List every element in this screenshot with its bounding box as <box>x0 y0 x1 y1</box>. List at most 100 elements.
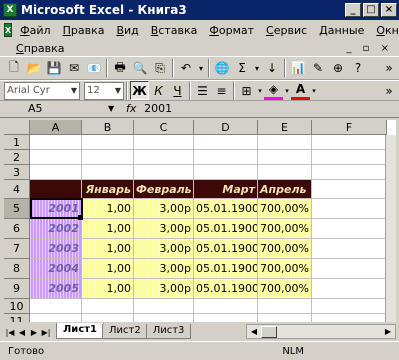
scroll-right-icon[interactable]: ▶ <box>381 327 395 336</box>
cell-e6[interactable]: 700,00% <box>258 219 312 239</box>
mdi-controls[interactable]: _ ▫ × <box>346 43 393 54</box>
row-header-2[interactable]: 2 <box>4 150 30 165</box>
cell-a4[interactable] <box>30 180 82 199</box>
align-left-icon[interactable]: ☰ <box>193 81 212 100</box>
toolbar-options-icon[interactable]: » <box>379 81 399 101</box>
name-box-dropdown-icon[interactable]: ▼ <box>108 104 114 113</box>
chart-icon[interactable]: 📊 <box>288 58 308 78</box>
row-header-4[interactable]: 4 <box>4 180 30 199</box>
borders-dropdown-icon[interactable]: ▾ <box>256 81 264 101</box>
cell-b7[interactable]: 1,00 <box>82 239 134 259</box>
borders-icon[interactable]: ⊞ <box>237 81 256 100</box>
row-header-9[interactable]: 9 <box>4 279 30 299</box>
cell-d4[interactable]: Март <box>194 180 258 199</box>
copy-icon[interactable]: ⎘ <box>150 58 170 78</box>
row-header-6[interactable]: 6 <box>4 219 30 239</box>
tab-sheet1[interactable]: Лист1 <box>56 323 104 339</box>
column-header-a[interactable]: A <box>30 120 82 135</box>
fill-color-icon[interactable]: ◈ <box>264 81 283 100</box>
bold-icon[interactable]: Ж <box>130 81 149 100</box>
column-header-f[interactable]: F <box>312 120 387 135</box>
open-icon[interactable]: 📂 <box>24 58 44 78</box>
cell-b9[interactable]: 1,00 <box>82 279 134 299</box>
prev-sheet-icon[interactable]: ◀ <box>16 325 28 339</box>
new-icon[interactable]: 🗋 <box>4 58 24 78</box>
cell-a8[interactable]: 2004 <box>30 259 82 279</box>
email-icon[interactable]: 📧 <box>84 58 104 78</box>
fill-handle[interactable] <box>78 215 83 220</box>
name-box[interactable]: A5 <box>28 102 108 115</box>
cell-d8[interactable]: 05.01.1900 <box>194 259 258 279</box>
font-name-combo[interactable]: Arial Cyr ▼ <box>4 81 80 100</box>
excel-app-icon[interactable]: X <box>3 3 17 17</box>
cell-f8[interactable] <box>312 259 387 279</box>
undo-dropdown-icon[interactable]: ▾ <box>196 58 206 78</box>
cell-f6[interactable] <box>312 219 387 239</box>
worksheet-grid[interactable]: A B C D E F 1 2 3 4 5 6 7 8 9 10 11 Янва… <box>4 120 396 322</box>
close-button[interactable]: × <box>381 3 397 17</box>
first-sheet-icon[interactable]: |◀ <box>4 325 16 339</box>
chevron-down-icon[interactable]: ▼ <box>69 86 79 95</box>
align-center-icon[interactable]: ≡ <box>212 81 231 100</box>
font-color-icon[interactable]: A <box>291 81 310 100</box>
last-sheet-icon[interactable]: ▶| <box>40 325 52 339</box>
print-preview-icon[interactable]: 🔍 <box>130 58 150 78</box>
menu-help[interactable]: Справка <box>10 42 70 55</box>
cell-e8[interactable]: 700,00% <box>258 259 312 279</box>
empty-cells-top[interactable] <box>30 135 387 180</box>
permission-icon[interactable]: ✉ <box>64 58 84 78</box>
cell-d5[interactable]: 05.01.1900 <box>194 199 258 219</box>
cell-c6[interactable]: 3,00р <box>134 219 194 239</box>
column-header-c[interactable]: C <box>134 120 194 135</box>
hyperlink-icon[interactable]: 🌐 <box>212 58 232 78</box>
cell-c4[interactable]: Февраль <box>134 180 194 199</box>
cell-d6[interactable]: 05.01.1900 <box>194 219 258 239</box>
cell-e5[interactable]: 700,00% <box>258 199 312 219</box>
minimize-button[interactable]: _ <box>345 3 361 17</box>
tab-sheet2[interactable]: Лист2 <box>102 324 148 339</box>
autosum-icon[interactable]: Σ <box>232 58 252 78</box>
empty-cells-bottom[interactable] <box>30 299 387 322</box>
cell-f4[interactable] <box>312 180 387 199</box>
cell-a5[interactable]: 2001 <box>30 199 82 219</box>
save-icon[interactable]: 💾 <box>44 58 64 78</box>
cell-e7[interactable]: 700,00% <box>258 239 312 259</box>
next-sheet-icon[interactable]: ▶ <box>28 325 40 339</box>
cell-d9[interactable]: 05.01.1900 <box>194 279 258 299</box>
chevron-down-icon[interactable]: ▼ <box>113 86 123 95</box>
scroll-left-icon[interactable]: ◀ <box>247 327 261 336</box>
maximize-button[interactable]: □ <box>363 3 379 17</box>
menu-tools[interactable]: Сервис <box>260 24 313 37</box>
row-header-1[interactable]: 1 <box>4 135 30 150</box>
menu-file[interactable]: Файл <box>14 24 56 37</box>
zoom-icon[interactable]: ⊕ <box>328 58 348 78</box>
font-color-dropdown-icon[interactable]: ▾ <box>310 81 318 101</box>
cell-a6[interactable]: 2002 <box>30 219 82 239</box>
font-size-combo[interactable]: 12 ▼ <box>84 81 124 100</box>
autosum-dropdown-icon[interactable]: ▾ <box>252 58 262 78</box>
scroll-thumb[interactable] <box>261 325 277 338</box>
cell-c8[interactable]: 3,00р <box>134 259 194 279</box>
horizontal-scrollbar[interactable]: ◀ ▶ <box>246 324 396 339</box>
row-header-8[interactable]: 8 <box>4 259 30 279</box>
workbook-icon[interactable]: X <box>4 23 13 37</box>
column-header-b[interactable]: B <box>82 120 134 135</box>
row-header-3[interactable]: 3 <box>4 165 30 180</box>
menu-view[interactable]: Вид <box>110 24 144 37</box>
tab-sheet3[interactable]: Лист3 <box>145 324 192 339</box>
cell-a9[interactable]: 2005 <box>30 279 82 299</box>
cell-b4[interactable]: Январь <box>82 180 134 199</box>
vertical-scrollbar[interactable] <box>385 135 396 322</box>
column-header-d[interactable]: D <box>194 120 258 135</box>
row-header-10[interactable]: 10 <box>4 299 30 314</box>
cell-c5[interactable]: 3,00р <box>134 199 194 219</box>
italic-icon[interactable]: К <box>149 81 168 100</box>
menu-data[interactable]: Данные <box>313 24 370 37</box>
cell-f9[interactable] <box>312 279 387 299</box>
select-all-corner[interactable] <box>4 120 30 135</box>
row-header-11[interactable]: 11 <box>4 314 30 322</box>
cell-e9[interactable]: 700,00% <box>258 279 312 299</box>
menu-format[interactable]: Формат <box>203 24 260 37</box>
fill-dropdown-icon[interactable]: ▾ <box>283 81 291 101</box>
drawing-icon[interactable]: ✎ <box>308 58 328 78</box>
